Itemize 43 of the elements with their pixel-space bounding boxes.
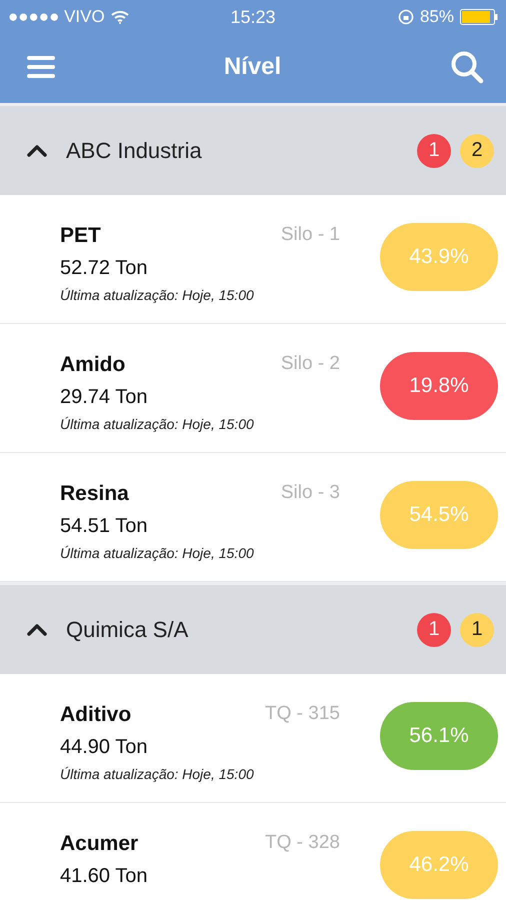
amount-label: 54.51 Ton (60, 515, 148, 538)
wifi-icon (110, 10, 129, 24)
level-pill: 46.2% (380, 831, 498, 899)
group-header[interactable]: Quimica S/A 1 1 (0, 582, 506, 674)
chevron-up-icon[interactable] (27, 623, 47, 636)
product-name: Acumer (60, 832, 140, 856)
menu-button[interactable] (27, 54, 55, 78)
level-pill: 56.1% (380, 702, 498, 770)
count-badge: 2 (460, 134, 494, 168)
amount-label: 44.90 Ton (60, 736, 148, 759)
search-button[interactable] (450, 50, 484, 84)
level-pill: 54.5% (380, 481, 498, 549)
rotation-lock-icon (398, 9, 414, 25)
location-label: TQ - 315 (265, 703, 340, 726)
location-label: Silo - 1 (280, 224, 340, 247)
carrier-label: ●●●●● VIVO (8, 7, 105, 27)
product-name: Aditivo (60, 703, 132, 727)
chevron-up-icon[interactable] (27, 144, 47, 157)
group-header[interactable]: ABC Industria 1 2 (0, 103, 506, 195)
last-update-label: Última atualização: Hoje, 15:00 (60, 766, 255, 782)
amount-label: 29.74 Ton (60, 386, 148, 409)
last-update-label: Última atualização: Hoje, 15:00 (60, 545, 255, 561)
location-label: Silo - 2 (280, 353, 340, 376)
count-badge: 1 (417, 612, 451, 646)
last-update-label: Última atualização: Hoje, 15:00 (60, 416, 255, 432)
level-pill: 19.8% (380, 352, 498, 420)
product-name: Amido (60, 353, 126, 377)
amount-label: 41.60 Ton (60, 865, 148, 888)
last-update-label: Última atualização: Hoje, 15:00 (60, 287, 255, 303)
battery-percent: 85% (420, 7, 454, 27)
clock: 15:23 (229, 6, 277, 28)
product-name: Resina (60, 482, 130, 506)
level-pill: 43.9% (380, 223, 498, 291)
group-name: Quimica S/A (66, 616, 190, 642)
location-label: Silo - 3 (280, 482, 340, 505)
group-name: ABC Industria (66, 138, 203, 164)
battery-icon (460, 9, 498, 25)
count-badge: 1 (417, 134, 451, 168)
screen-title: Nível (224, 52, 282, 80)
amount-label: 52.72 Ton (60, 257, 148, 280)
location-label: TQ - 328 (265, 832, 340, 855)
count-badge: 1 (460, 612, 494, 646)
product-name: PET (60, 224, 102, 248)
